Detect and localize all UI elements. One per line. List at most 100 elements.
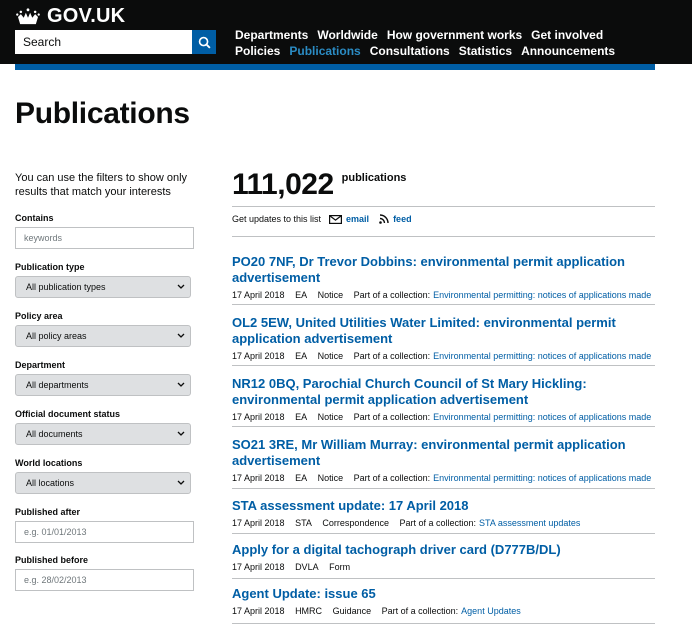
result-meta: 17 April 2018 HMRC Guidance Part of a co… xyxy=(232,606,655,616)
result-collection-prefix: Part of a collection: xyxy=(399,518,477,528)
result-title-link[interactable]: STA assessment update: 17 April 2018 xyxy=(232,498,655,514)
official-status-label: Official document status xyxy=(15,409,121,419)
search-button[interactable] xyxy=(192,30,216,54)
nav-row-1: Departments Worldwide How government wor… xyxy=(235,27,624,43)
nav-item-departments[interactable]: Departments xyxy=(235,27,308,43)
result-date: 17 April 2018 xyxy=(232,606,285,616)
result-collection-link[interactable]: Environmental permitting: notices of app… xyxy=(433,412,651,422)
govuk-logo[interactable]: GOV.UK xyxy=(15,5,125,28)
published-before-input[interactable] xyxy=(15,569,194,591)
result-title-link[interactable]: OL2 5EW, United Utilities Water Limited:… xyxy=(232,315,655,347)
result-collection-link[interactable]: Environmental permitting: notices of app… xyxy=(433,473,651,483)
result-title-link[interactable]: Agent Update: issue 65 xyxy=(232,586,655,602)
nav-item-statistics[interactable]: Statistics xyxy=(459,43,512,59)
result-org: HMRC xyxy=(295,606,323,616)
feed-icon[interactable] xyxy=(379,214,389,224)
list-item: SO21 3RE, Mr William Murray: environment… xyxy=(232,437,655,483)
main-nav: Departments Worldwide How government wor… xyxy=(235,27,624,59)
header-blue-bar xyxy=(15,64,655,70)
filter-department: Department All departments xyxy=(15,360,195,409)
result-date: 17 April 2018 xyxy=(232,562,285,572)
nav-item-get-involved[interactable]: Get involved xyxy=(531,27,603,43)
site-header: GOV.UK Departments Worldwide How governm… xyxy=(0,0,692,64)
official-status-value: All documents xyxy=(26,429,83,439)
chevron-down-icon xyxy=(177,480,185,485)
page-title: Publications xyxy=(15,97,190,130)
result-type: Notice xyxy=(317,290,344,300)
contains-input[interactable] xyxy=(15,227,194,249)
result-date: 17 April 2018 xyxy=(232,518,285,528)
results-divider xyxy=(232,365,655,366)
result-collection-prefix: Part of a collection: xyxy=(353,412,431,422)
publication-type-value: All publication types xyxy=(26,282,106,292)
policy-area-value: All policy areas xyxy=(26,331,87,341)
crown-icon xyxy=(16,7,40,24)
email-icon[interactable] xyxy=(329,214,343,224)
feed-link[interactable]: feed xyxy=(393,214,412,224)
results-count-number: 111,022 xyxy=(232,168,334,201)
nav-item-policies[interactable]: Policies xyxy=(235,43,280,59)
result-org: EA xyxy=(295,290,308,300)
publication-type-select[interactable]: All publication types xyxy=(15,276,191,298)
published-after-label: Published after xyxy=(15,507,81,517)
department-label: Department xyxy=(15,360,66,370)
filter-publication-type: Publication type All publication types xyxy=(15,262,195,311)
result-collection-link[interactable]: STA assessment updates xyxy=(479,518,580,528)
filter-contains: Contains xyxy=(15,213,195,262)
filters-sidebar: You can use the filters to show only res… xyxy=(15,171,195,591)
results-area: 111,022 publications Get updates to this… xyxy=(232,168,655,624)
result-collection-prefix: Part of a collection: xyxy=(353,473,431,483)
results-divider xyxy=(232,426,655,427)
results-count: 111,022 publications xyxy=(232,168,655,202)
published-after-input[interactable] xyxy=(15,521,194,543)
result-title-link[interactable]: NR12 0BQ, Parochial Church Council of St… xyxy=(232,376,655,408)
result-collection-link[interactable]: Environmental permitting: notices of app… xyxy=(433,351,651,361)
results-divider xyxy=(232,304,655,305)
result-collection-prefix: Part of a collection: xyxy=(353,351,431,361)
nav-item-publications[interactable]: Publications xyxy=(289,43,360,59)
policy-area-label: Policy area xyxy=(15,311,63,321)
result-collection-link[interactable]: Environmental permitting: notices of app… xyxy=(433,290,651,300)
chevron-down-icon xyxy=(177,333,185,338)
results-divider xyxy=(232,488,655,489)
results-divider xyxy=(232,623,655,624)
result-meta: 17 April 2018 EA Notice Part of a collec… xyxy=(232,290,655,300)
result-org: EA xyxy=(295,351,308,361)
department-value: All departments xyxy=(26,380,89,390)
list-item: Agent Update: issue 65 17 April 2018 HMR… xyxy=(232,586,655,616)
result-org: EA xyxy=(295,473,308,483)
result-type: Notice xyxy=(317,412,344,422)
result-date: 17 April 2018 xyxy=(232,412,285,422)
filter-published-after: Published after xyxy=(15,507,195,555)
result-date: 17 April 2018 xyxy=(232,473,285,483)
nav-item-worldwide[interactable]: Worldwide xyxy=(317,27,377,43)
search-input[interactable] xyxy=(15,30,192,54)
search-icon xyxy=(198,36,211,49)
nav-row-2: Policies Publications Consultations Stat… xyxy=(235,43,624,59)
email-link[interactable]: email xyxy=(346,214,369,224)
nav-item-how-government-works[interactable]: How government works xyxy=(387,27,522,43)
result-meta: 17 April 2018 STA Correspondence Part of… xyxy=(232,518,655,528)
result-title-link[interactable]: Apply for a digital tachograph driver ca… xyxy=(232,542,655,558)
result-title-link[interactable]: PO20 7NF, Dr Trevor Dobbins: environment… xyxy=(232,254,655,286)
policy-area-select[interactable]: All policy areas xyxy=(15,325,191,347)
chevron-down-icon xyxy=(177,382,185,387)
result-meta: 17 April 2018 EA Notice Part of a collec… xyxy=(232,473,655,483)
world-locations-select[interactable]: All locations xyxy=(15,472,191,494)
search-form xyxy=(15,30,216,54)
publication-type-label: Publication type xyxy=(15,262,85,272)
results-divider xyxy=(232,533,655,534)
published-before-label: Published before xyxy=(15,555,89,565)
result-title-link[interactable]: SO21 3RE, Mr William Murray: environment… xyxy=(232,437,655,469)
nav-item-consultations[interactable]: Consultations xyxy=(370,43,450,59)
official-status-select[interactable]: All documents xyxy=(15,423,191,445)
department-select[interactable]: All departments xyxy=(15,374,191,396)
world-locations-label: World locations xyxy=(15,458,83,468)
result-collection-link[interactable]: Agent Updates xyxy=(461,606,521,616)
nav-item-announcements[interactable]: Announcements xyxy=(521,43,615,59)
list-item: NR12 0BQ, Parochial Church Council of St… xyxy=(232,376,655,422)
result-meta: 17 April 2018 EA Notice Part of a collec… xyxy=(232,351,655,361)
filter-world-locations: World locations All locations xyxy=(15,458,195,507)
results-divider xyxy=(232,578,655,579)
results-divider xyxy=(232,236,655,237)
